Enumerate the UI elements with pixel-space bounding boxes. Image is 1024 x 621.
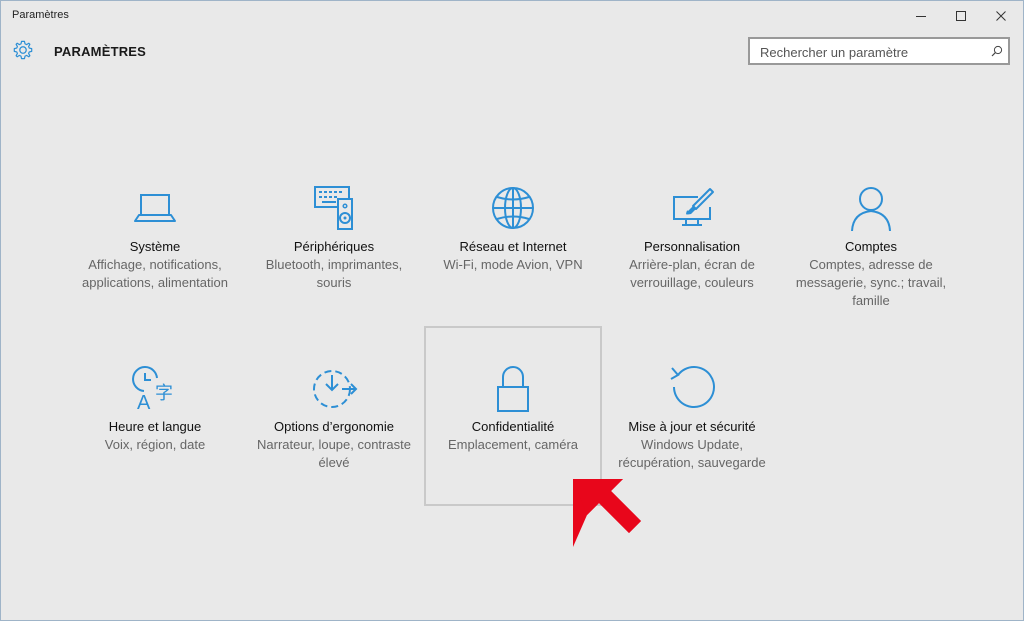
tile-label: Mise à jour et sécurité xyxy=(628,419,756,434)
tile-mise-a-jour-securite[interactable]: Mise à jour et sécurité Windows Update, … xyxy=(603,365,781,472)
paintbrush-icon xyxy=(673,188,714,226)
tile-options-ergonomie[interactable]: Options d’ergonomie Narrateur, loupe, co… xyxy=(245,365,423,472)
header: PARAMÈTRES xyxy=(1,31,1023,71)
tile-description: Emplacement, caméra xyxy=(447,437,579,452)
tile-peripheriques[interactable]: Périphériques Bluetooth, imprimantes, so… xyxy=(245,185,423,292)
person-icon xyxy=(851,187,891,232)
tile-label: Système xyxy=(129,239,181,254)
ease-of-access-icon xyxy=(313,370,358,408)
time-language-icon: A 字 xyxy=(132,366,173,413)
tile-description: Wi-Fi, mode Avion, VPN xyxy=(443,257,583,272)
tile-label: Options d’ergonomie xyxy=(274,419,394,434)
laptop-icon xyxy=(134,194,176,222)
close-icon xyxy=(996,11,1006,21)
tile-systeme[interactable]: Système Affichage, notifications, applic… xyxy=(66,185,244,292)
svg-text:A: A xyxy=(137,392,151,413)
red-arrow-annotation xyxy=(573,479,641,547)
search-box[interactable] xyxy=(748,37,1010,65)
tile-label: Réseau et Internet xyxy=(459,239,567,254)
tile-description: Arrière-plan, écran de verrouillage, cou… xyxy=(629,257,755,290)
tile-comptes[interactable]: Comptes Comptes, adresse de messagerie, … xyxy=(782,185,960,310)
tile-description: Narrateur, loupe, contraste élevé xyxy=(257,437,411,470)
gear-icon xyxy=(13,40,33,60)
page-title: PARAMÈTRES xyxy=(54,44,147,59)
svg-text:字: 字 xyxy=(155,383,173,404)
tile-description: Comptes, adresse de messagerie, sync.; t… xyxy=(795,257,947,308)
maximize-button[interactable] xyxy=(941,1,981,31)
tile-label: Heure et langue xyxy=(108,419,202,434)
tile-reseau-internet[interactable]: Réseau et Internet Wi-Fi, mode Avion, VP… xyxy=(424,185,602,274)
settings-window: Paramètres PARAMÈTRES Systè xyxy=(0,0,1024,621)
tile-label: Périphériques xyxy=(293,239,375,254)
globe-icon xyxy=(492,187,534,229)
tile-label: Comptes xyxy=(844,239,898,254)
search-icon[interactable] xyxy=(991,45,1003,57)
minimize-icon xyxy=(916,16,926,17)
tile-description: Voix, région, date xyxy=(104,437,206,452)
maximize-icon xyxy=(956,11,966,21)
devices-icon xyxy=(314,186,353,230)
title-bar[interactable]: Paramètres xyxy=(1,1,1023,31)
minimize-button[interactable] xyxy=(901,1,941,31)
tile-description: Bluetooth, imprimantes, souris xyxy=(265,257,403,290)
tile-heure-langue[interactable]: A 字 Heure et langue Voix, région, date xyxy=(66,365,244,454)
search-input[interactable] xyxy=(758,43,982,61)
close-button[interactable] xyxy=(981,1,1021,31)
lock-icon xyxy=(497,366,529,412)
window-title: Paramètres xyxy=(12,9,69,21)
tile-label: Confidentialité xyxy=(471,419,555,434)
refresh-icon xyxy=(670,366,715,408)
tile-description: Windows Update, récupération, sauvegarde xyxy=(618,437,766,470)
tile-label: Personnalisation xyxy=(643,239,741,254)
tile-description: Affichage, notifications, applications, … xyxy=(82,257,228,290)
tile-personnalisation[interactable]: Personnalisation Arrière-plan, écran de … xyxy=(603,185,781,292)
